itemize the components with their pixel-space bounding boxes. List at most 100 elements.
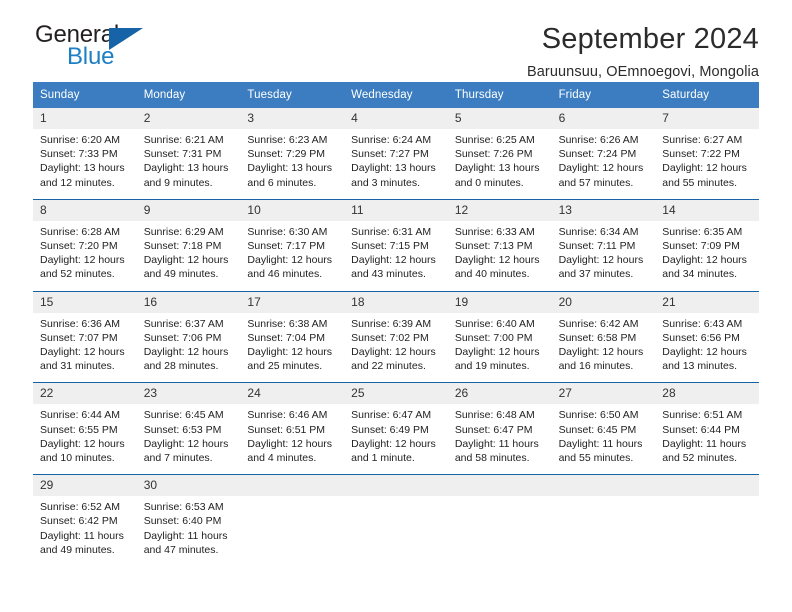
daylight-text: Daylight: 12 hours and 37 minutes. — [558, 254, 644, 281]
calendar-day-cell[interactable]: 9 Sunrise: 6:29 AM Sunset: 7:18 PM Daylight… — [136, 199, 241, 282]
calendar-day-cell[interactable]: 2 Sunrise: 6:21 AM Sunset: 7:31 PM Daylight… — [136, 108, 241, 190]
sunrise-text: Sunrise: 6:37 AM — [143, 317, 224, 330]
calendar-day-cell[interactable]: 16 Sunrise: 6:37 AM Sunset: 7:06 PM Dayligh… — [136, 291, 241, 374]
day-number: 17 — [240, 291, 345, 313]
calendar-day-cell[interactable]: 30 Sunrise: 6:53 AM Sunset: 6:40 PM Dayligh… — [136, 475, 241, 558]
calendar-day-cell[interactable]: 23 Sunrise: 6:45 AM Sunset: 6:53 PM Dayligh… — [136, 383, 241, 466]
calendar-day-cell[interactable]: 11 Sunrise: 6:31 AM Sunset: 7:15 PM Dayligh… — [344, 199, 448, 282]
daylight-text: Daylight: 12 hours and 31 minutes. — [40, 346, 125, 373]
sunrise-text: Sunrise: 6:30 AM — [247, 225, 328, 238]
day-details — [655, 496, 759, 500]
daylight-text: Daylight: 12 hours and 22 minutes. — [351, 346, 436, 373]
calendar-day-cell[interactable]: 27 Sunrise: 6:50 AM Sunset: 6:45 PM Dayligh… — [551, 383, 656, 466]
sunset-text: Sunset: 6:40 PM — [143, 515, 222, 528]
day-details — [240, 496, 344, 500]
day-number: 4 — [344, 108, 448, 129]
day-number: 30 — [136, 475, 241, 497]
day-number: 16 — [136, 291, 241, 313]
daylight-text: Daylight: 12 hours and 4 minutes. — [247, 437, 333, 465]
calendar-day-cell[interactable]: 18 Sunrise: 6:39 AM Sunset: 7:02 PM Dayligh… — [344, 291, 448, 374]
sunset-text: Sunset: 7:07 PM — [40, 331, 118, 344]
calendar-day-cell[interactable]: 1 Sunrise: 6:20 AM Sunset: 7:33 PM Daylight… — [33, 108, 137, 190]
weekday-wednesday: Wednesday — [351, 89, 413, 101]
daylight-text: Daylight: 12 hours and 7 minutes. — [143, 437, 229, 465]
sunrise-text: Sunrise: 6:39 AM — [351, 317, 432, 330]
sunrise-text: Sunrise: 6:45 AM — [143, 409, 224, 422]
day-number — [240, 475, 345, 497]
calendar-day-cell[interactable]: 15 Sunrise: 6:36 AM Sunset: 7:07 PM Dayligh… — [33, 291, 137, 374]
page-title: September 2024 — [541, 23, 759, 55]
calendar-day-cell[interactable]: 24 Sunrise: 6:46 AM Sunset: 6:51 PM Dayligh… — [240, 383, 345, 466]
day-details: Sunrise: 6:38 AM Sunset: 7:04 PM Daylight:… — [240, 313, 344, 374]
sunrise-text: Sunrise: 6:29 AM — [143, 225, 224, 238]
day-details: Sunrise: 6:36 AM Sunset: 7:07 PM Daylight:… — [33, 313, 137, 374]
sunset-text: Sunset: 6:44 PM — [662, 423, 740, 436]
day-details: Sunrise: 6:42 AM Sunset: 6:58 PM Daylight:… — [552, 313, 656, 374]
calendar-day-cell[interactable]: 28 Sunrise: 6:51 AM Sunset: 6:44 PM Dayligh… — [655, 383, 759, 466]
daylight-text: Daylight: 12 hours and 49 minutes. — [143, 254, 229, 281]
calendar-day-cell[interactable]: 8 Sunrise: 6:28 AM Sunset: 7:20 PM Daylight… — [33, 199, 137, 282]
daylight-text: Daylight: 11 hours and 49 minutes. — [40, 529, 124, 556]
sunset-text: Sunset: 7:18 PM — [143, 240, 222, 253]
weekday-sunday: Sunday — [40, 89, 80, 101]
day-number: 22 — [33, 383, 137, 405]
calendar-day-cell[interactable]: 4 Sunrise: 6:24 AM Sunset: 7:27 PM Daylight… — [344, 108, 448, 190]
calendar-day-cell[interactable]: 19 Sunrise: 6:40 AM Sunset: 7:00 PM Dayligh… — [447, 291, 552, 374]
calendar-day-cell[interactable]: 3 Sunrise: 6:23 AM Sunset: 7:29 PM Daylight… — [240, 108, 345, 190]
calendar-day-cell[interactable]: 10 Sunrise: 6:30 AM Sunset: 7:17 PM Dayligh… — [240, 199, 345, 282]
sunset-text: Sunset: 7:06 PM — [143, 331, 222, 344]
day-details: Sunrise: 6:29 AM Sunset: 7:18 PM Daylight:… — [137, 221, 241, 282]
calendar-day-cell[interactable]: 29 Sunrise: 6:52 AM Sunset: 6:42 PM Dayligh… — [33, 475, 137, 558]
day-number: 2 — [136, 108, 241, 129]
weekday-monday: Monday — [143, 89, 186, 101]
page-header: General Blue September 2024 Baruunsuu, O… — [33, 0, 759, 81]
daylight-text: Daylight: 11 hours and 58 minutes. — [454, 437, 539, 465]
triangle-icon — [109, 28, 143, 50]
calendar-day-cell[interactable]: 26 Sunrise: 6:48 AM Sunset: 6:47 PM Dayligh… — [447, 383, 552, 466]
calendar-day-cell[interactable] — [240, 475, 345, 558]
day-number: 8 — [33, 199, 137, 221]
calendar-day-cell[interactable] — [551, 475, 656, 558]
day-number: 3 — [240, 108, 345, 129]
day-number: 12 — [447, 199, 552, 221]
day-details: Sunrise: 6:40 AM Sunset: 7:00 PM Daylight:… — [448, 313, 552, 374]
calendar-day-cell[interactable]: 20 Sunrise: 6:42 AM Sunset: 6:58 PM Dayligh… — [551, 291, 656, 374]
weekday-friday: Friday — [558, 89, 592, 101]
sunset-text: Sunset: 6:49 PM — [351, 423, 429, 436]
calendar-day-cell[interactable] — [655, 475, 759, 558]
calendar-day-cell[interactable]: 5 Sunrise: 6:25 AM Sunset: 7:26 PM Daylight… — [447, 108, 552, 190]
day-details: Sunrise: 6:50 AM Sunset: 6:45 PM Daylight:… — [552, 404, 656, 465]
calendar-day-cell[interactable]: 21 Sunrise: 6:43 AM Sunset: 6:56 PM Dayligh… — [655, 291, 759, 374]
calendar-day-cell[interactable]: 17 Sunrise: 6:38 AM Sunset: 7:04 PM Dayligh… — [240, 291, 345, 374]
calendar-day-cell[interactable] — [447, 475, 552, 558]
calendar-day-cell[interactable]: 22 Sunrise: 6:44 AM Sunset: 6:55 PM Dayligh… — [33, 383, 137, 466]
calendar-weeks: 1 Sunrise: 6:20 AM Sunset: 7:33 PM Daylight… — [33, 108, 759, 558]
day-number: 15 — [33, 291, 137, 313]
calendar-day-cell[interactable]: 25 Sunrise: 6:47 AM Sunset: 6:49 PM Dayligh… — [344, 383, 448, 466]
sunset-text: Sunset: 7:15 PM — [351, 240, 429, 253]
calendar-day-cell[interactable]: 14 Sunrise: 6:35 AM Sunset: 7:09 PM Dayligh… — [655, 199, 759, 282]
sunrise-text: Sunrise: 6:50 AM — [558, 409, 639, 422]
day-number: 27 — [551, 383, 656, 405]
calendar-day-cell[interactable]: 7 Sunrise: 6:27 AM Sunset: 7:22 PM Daylight… — [655, 108, 759, 190]
calendar-day-cell[interactable]: 13 Sunrise: 6:34 AM Sunset: 7:11 PM Dayligh… — [551, 199, 656, 282]
calendar-day-cell[interactable]: 6 Sunrise: 6:26 AM Sunset: 7:24 PM Daylight… — [551, 108, 656, 190]
calendar-day-cell[interactable]: 12 Sunrise: 6:33 AM Sunset: 7:13 PM Dayligh… — [447, 199, 552, 282]
day-number: 24 — [240, 383, 345, 405]
day-number: 9 — [136, 199, 241, 221]
day-details — [448, 496, 552, 500]
sunset-text: Sunset: 6:55 PM — [40, 423, 118, 436]
sunset-text: Sunset: 7:29 PM — [247, 148, 326, 161]
day-details — [344, 496, 448, 500]
calendar-day-cell[interactable] — [344, 475, 448, 558]
daylight-text: Daylight: 12 hours and 34 minutes. — [662, 254, 747, 281]
daylight-text: Daylight: 12 hours and 28 minutes. — [143, 346, 229, 373]
daylight-text: Daylight: 13 hours and 3 minutes. — [351, 162, 436, 189]
day-details: Sunrise: 6:30 AM Sunset: 7:17 PM Daylight:… — [240, 221, 344, 282]
sunset-text: Sunset: 6:42 PM — [40, 515, 118, 528]
day-number — [655, 475, 759, 497]
daylight-text: Daylight: 12 hours and 25 minutes. — [247, 346, 333, 373]
daylight-text: Daylight: 12 hours and 57 minutes. — [558, 162, 644, 189]
daylight-text: Daylight: 11 hours and 47 minutes. — [143, 529, 228, 556]
calendar-week-row: 1 Sunrise: 6:20 AM Sunset: 7:33 PM Daylight… — [33, 108, 759, 190]
